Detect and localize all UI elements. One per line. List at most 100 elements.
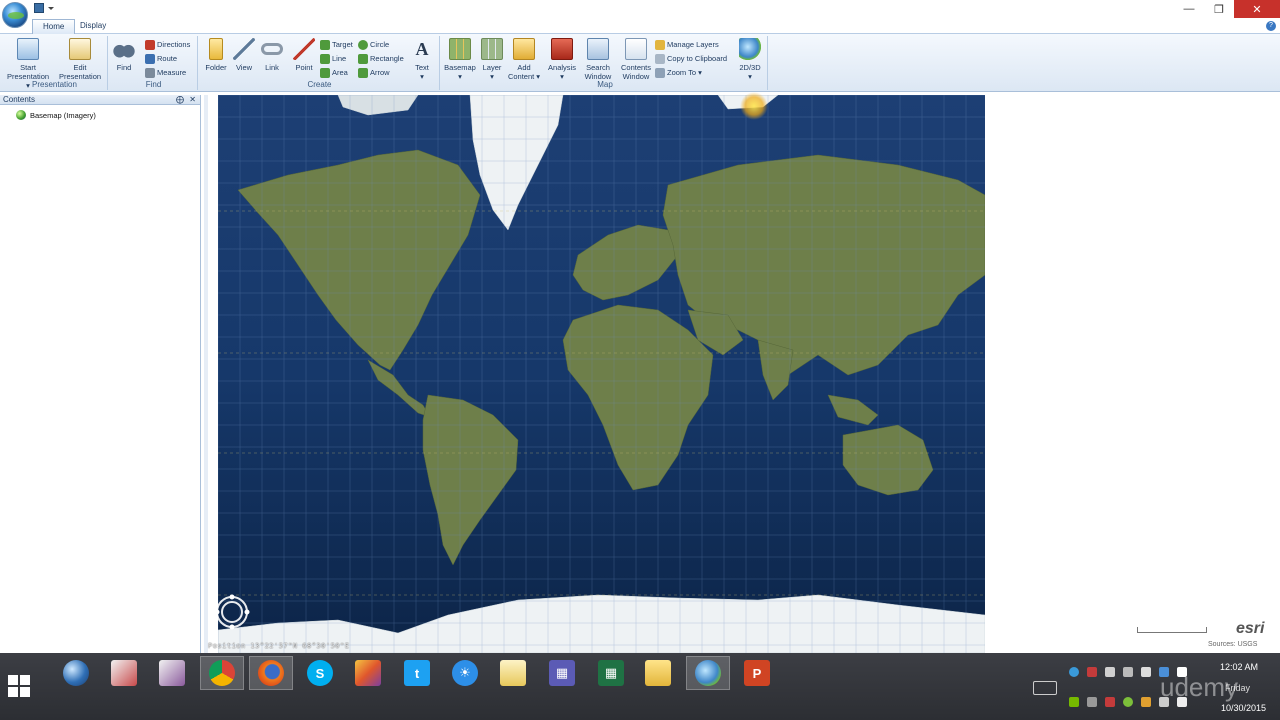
taskbar-calendar-app[interactable]: ▦ bbox=[540, 656, 584, 690]
save-icon[interactable] bbox=[34, 3, 44, 13]
add-content-folder-icon bbox=[513, 38, 535, 60]
zoom-to-button[interactable]: Zoom To ▾ bbox=[655, 67, 702, 79]
line-label: Line bbox=[332, 54, 347, 63]
taskbar-file-explorer[interactable] bbox=[636, 656, 680, 690]
close-button[interactable]: ✕ bbox=[1234, 0, 1280, 18]
taskbar-google-earth[interactable] bbox=[54, 656, 98, 690]
navigation-control-icon[interactable] bbox=[213, 593, 251, 631]
taskbar-chrome[interactable] bbox=[200, 656, 244, 690]
basemap-grid-icon bbox=[449, 38, 471, 60]
group-create: Folder View Link Point Target Line Area bbox=[200, 36, 440, 90]
pushpin-icon bbox=[293, 38, 315, 60]
contents-window-button[interactable]: Contents Window bbox=[614, 38, 658, 81]
edit-presentation-button[interactable]: Edit Presentation bbox=[58, 38, 102, 81]
arrow-button[interactable]: Arrow bbox=[358, 67, 390, 79]
nvidia-icon[interactable] bbox=[1069, 697, 1079, 707]
find-button[interactable]: Find bbox=[102, 38, 146, 72]
target-button[interactable]: Target bbox=[320, 39, 353, 51]
title-bar: — ❐ ✕ bbox=[0, 0, 1280, 18]
route-icon bbox=[145, 54, 155, 64]
measure-button[interactable]: Measure bbox=[145, 67, 186, 79]
tray-icon-5[interactable] bbox=[1141, 667, 1151, 677]
calendar-grid-icon: ▦ bbox=[549, 660, 575, 686]
taskbar-app-sun[interactable]: ☀ bbox=[443, 656, 487, 690]
2d-3d-button[interactable]: 2D/3D ▾ bbox=[728, 38, 772, 81]
arrow-icon bbox=[358, 68, 368, 78]
line-icon bbox=[320, 54, 330, 64]
layer-item-label: Basemap (Imagery) bbox=[30, 110, 96, 120]
udemy-watermark: udemy bbox=[1160, 672, 1239, 702]
copy-clipboard-label: Copy to Clipboard bbox=[667, 54, 728, 63]
directions-label: Directions bbox=[157, 40, 191, 49]
skype-icon: S bbox=[307, 660, 333, 686]
edit-presentation-icon bbox=[69, 38, 91, 60]
tray-icon-1[interactable] bbox=[1069, 667, 1079, 677]
presentation-screen-icon bbox=[17, 38, 39, 60]
application-menu-button[interactable] bbox=[2, 2, 28, 28]
area-label: Area bbox=[332, 68, 348, 77]
minimize-button[interactable]: — bbox=[1174, 0, 1204, 18]
taskbar-app-4b[interactable] bbox=[150, 656, 194, 690]
tray-icon-2[interactable] bbox=[1087, 667, 1097, 677]
link-chain-icon bbox=[261, 43, 283, 55]
firefox-icon bbox=[258, 660, 284, 686]
globe-icon bbox=[16, 110, 26, 120]
tray-icon-3[interactable] bbox=[1105, 667, 1115, 677]
route-button[interactable]: Route bbox=[145, 53, 177, 65]
taskbar-arcgis-explorer[interactable] bbox=[686, 656, 730, 690]
scale-bar bbox=[1137, 627, 1207, 633]
basemap-imagery[interactable] bbox=[218, 95, 985, 653]
ribbon-tabs: Home Display ? bbox=[0, 18, 1280, 34]
2d-3d-globe-icon bbox=[739, 38, 761, 60]
rectangle-label: Rectangle bbox=[370, 54, 404, 63]
taskbar-firefox[interactable] bbox=[249, 656, 293, 690]
taskbar-excel[interactable]: ▦ bbox=[589, 656, 633, 690]
taskbar-app-4a[interactable] bbox=[102, 656, 146, 690]
line-button[interactable]: Line bbox=[320, 53, 346, 65]
copy-clipboard-button[interactable]: Copy to Clipboard bbox=[655, 53, 727, 65]
touch-keyboard-icon[interactable] bbox=[1033, 681, 1057, 695]
circle-button[interactable]: Circle bbox=[358, 39, 389, 51]
tab-display[interactable]: Display bbox=[70, 19, 116, 34]
contents-pane-header: Contents ⨁ ✕ bbox=[0, 95, 200, 105]
area-button[interactable]: Area bbox=[320, 67, 348, 79]
taskbar-powerpoint[interactable]: P bbox=[735, 656, 779, 690]
clock-time[interactable]: 12:02 AM bbox=[1220, 662, 1258, 672]
world-map-graphic bbox=[218, 95, 985, 653]
taskbar-twitter[interactable]: t bbox=[395, 656, 439, 690]
taskbar-documents[interactable] bbox=[491, 656, 535, 690]
app-4-purple-icon bbox=[159, 660, 185, 686]
manage-layers-icon bbox=[655, 40, 665, 50]
maximize-button[interactable]: ❐ bbox=[1204, 0, 1234, 18]
file-explorer-icon bbox=[645, 660, 671, 686]
map-view[interactable] bbox=[208, 92, 1280, 653]
google-earth-icon bbox=[63, 660, 89, 686]
tray-icon-12[interactable] bbox=[1141, 697, 1151, 707]
taskbar-app-colorful[interactable] bbox=[346, 656, 390, 690]
powerpoint-icon: P bbox=[744, 660, 770, 686]
rectangle-button[interactable]: Rectangle bbox=[358, 53, 404, 65]
tab-home[interactable]: Home bbox=[32, 19, 76, 34]
app-4-red-icon bbox=[111, 660, 137, 686]
qat-dropdown-icon[interactable] bbox=[48, 6, 54, 10]
tray-icon-11[interactable] bbox=[1123, 697, 1133, 707]
tray-icon-10[interactable] bbox=[1105, 697, 1115, 707]
2d-3d-label: 2D/3D bbox=[739, 63, 761, 72]
tray-icon-9[interactable] bbox=[1087, 697, 1097, 707]
taskbar: S t ☀ ▦ ▦ P 12:02 AM Friday 10/30/2015 bbox=[0, 653, 1280, 720]
volume-icon[interactable] bbox=[1123, 667, 1133, 677]
manage-layers-button[interactable]: Manage Layers bbox=[655, 39, 719, 51]
circle-label: Circle bbox=[370, 40, 390, 49]
pin-icon[interactable]: ⨁ bbox=[176, 95, 184, 105]
target-label: Target bbox=[332, 40, 353, 49]
clipboard-icon bbox=[655, 54, 665, 64]
help-icon[interactable]: ? bbox=[1266, 21, 1276, 31]
layer-item-basemap[interactable]: Basemap (Imagery) bbox=[16, 110, 96, 120]
close-pane-icon[interactable]: ✕ bbox=[189, 95, 196, 105]
sun-app-icon: ☀ bbox=[452, 660, 478, 686]
windows-start-icon[interactable] bbox=[8, 675, 30, 697]
directions-car-icon bbox=[145, 40, 155, 50]
taskbar-skype[interactable]: S bbox=[298, 656, 342, 690]
directions-button[interactable]: Directions bbox=[145, 39, 190, 51]
esri-logo: esri bbox=[1236, 620, 1265, 637]
